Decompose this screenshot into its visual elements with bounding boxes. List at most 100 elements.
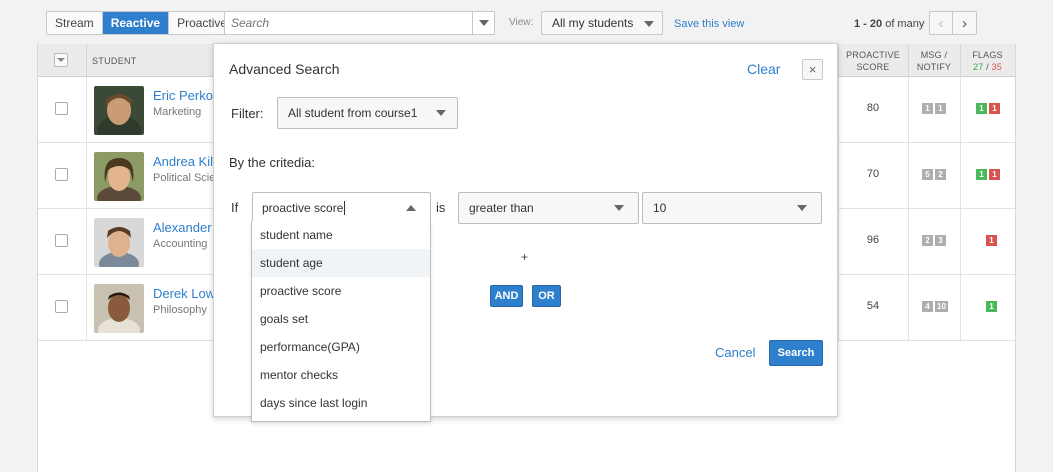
view-label: View: bbox=[509, 17, 534, 28]
flags-green-count: 27 bbox=[973, 62, 984, 72]
column-divider bbox=[86, 77, 87, 143]
search-button[interactable]: Search bbox=[769, 340, 823, 366]
column-divider bbox=[908, 209, 909, 275]
red-flag-badge[interactable]: 1 bbox=[989, 103, 1000, 114]
row-checkbox[interactable] bbox=[55, 234, 68, 247]
view-select[interactable]: All my students bbox=[541, 11, 663, 35]
green-flag-badge[interactable]: 1 bbox=[986, 301, 997, 312]
value-select[interactable]: 10 bbox=[642, 192, 822, 224]
column-divider bbox=[908, 143, 909, 209]
header-line: PROACTIVE bbox=[846, 50, 900, 60]
option-days-since-last-login[interactable]: days since last login bbox=[252, 389, 430, 417]
option-performance-gpa[interactable]: performance(GPA) bbox=[252, 333, 430, 361]
notify-count-badge[interactable]: 10 bbox=[935, 301, 948, 312]
criteria-field-options: student name student age proactive score… bbox=[251, 221, 431, 422]
column-divider bbox=[908, 275, 909, 341]
select-all-checkbox[interactable] bbox=[54, 53, 68, 67]
column-divider bbox=[908, 77, 909, 143]
view-select-value: All my students bbox=[552, 16, 634, 30]
if-label: If bbox=[231, 200, 239, 215]
flag-badges: 1 bbox=[986, 235, 997, 246]
cancel-button[interactable]: Cancel bbox=[715, 345, 755, 360]
mode-stream-button[interactable]: Stream bbox=[47, 12, 103, 34]
close-icon: × bbox=[808, 62, 817, 77]
red-flag-badge[interactable]: 1 bbox=[989, 169, 1000, 180]
option-mentor-checks[interactable]: mentor checks bbox=[252, 361, 430, 389]
student-name-link[interactable]: Eric Perko bbox=[153, 88, 213, 103]
option-proactive-score[interactable]: proactive score bbox=[252, 277, 430, 305]
column-divider bbox=[960, 77, 961, 143]
notify-count-badge[interactable]: 1 bbox=[935, 103, 946, 114]
chevron-up-icon bbox=[406, 205, 416, 211]
student-name-link[interactable]: Andrea Kilg bbox=[153, 154, 220, 169]
prev-page-button[interactable]: ‹ bbox=[930, 12, 953, 34]
header-line: SCORE bbox=[856, 62, 890, 72]
chevron-down-icon bbox=[797, 205, 807, 211]
green-flag-badge[interactable]: 1 bbox=[976, 169, 987, 180]
red-flag-badge[interactable]: 1 bbox=[986, 235, 997, 246]
chevron-down-icon bbox=[57, 58, 65, 62]
filter-select[interactable]: All student from course1 bbox=[277, 97, 458, 129]
paging-info: 1 - 20 of many bbox=[854, 18, 924, 30]
message-count-badge[interactable]: 4 bbox=[922, 301, 933, 312]
option-goals-set[interactable]: goals set bbox=[252, 305, 430, 333]
header-line: MSG / bbox=[920, 50, 948, 60]
chevron-right-icon: › bbox=[962, 14, 967, 32]
row-checkbox[interactable] bbox=[55, 102, 68, 115]
student-major: Philosophy bbox=[153, 304, 207, 316]
value-select-value: 10 bbox=[653, 201, 667, 215]
close-button[interactable]: × bbox=[802, 59, 823, 80]
option-student-name[interactable]: student name bbox=[252, 221, 430, 249]
is-label: is bbox=[436, 200, 446, 215]
mode-switcher: Stream Reactive Proactive bbox=[46, 11, 237, 35]
column-divider bbox=[86, 44, 87, 77]
save-view-link[interactable]: Save this view bbox=[674, 18, 744, 30]
student-major: Marketing bbox=[153, 106, 202, 118]
student-name-link[interactable]: Derek Lowe bbox=[153, 286, 222, 301]
green-flag-badge[interactable]: 1 bbox=[976, 103, 987, 114]
message-count-badge[interactable]: 5 bbox=[922, 169, 933, 180]
column-divider bbox=[86, 275, 87, 341]
student-major: Political Scier bbox=[153, 172, 220, 184]
avatar bbox=[94, 152, 144, 201]
message-count-badge[interactable]: 1 bbox=[922, 103, 933, 114]
criteria-field-value: proactive score bbox=[262, 201, 344, 215]
clear-button[interactable]: Clear bbox=[747, 61, 780, 77]
row-checkbox[interactable] bbox=[55, 300, 68, 313]
column-header-proactive-score[interactable]: PROACTIVE SCORE bbox=[838, 49, 908, 73]
column-divider bbox=[960, 209, 961, 275]
search-input[interactable] bbox=[225, 12, 470, 34]
and-button[interactable]: AND bbox=[490, 285, 523, 307]
search-box bbox=[224, 11, 495, 35]
search-dropdown-button[interactable] bbox=[472, 12, 494, 34]
flag-badges: 1 1 bbox=[976, 169, 1000, 180]
or-button[interactable]: OR bbox=[532, 285, 561, 307]
column-header-flags[interactable]: FLAGS 27 / 35 bbox=[960, 49, 1015, 73]
notify-count-badge[interactable]: 2 bbox=[935, 169, 946, 180]
filter-label: Filter: bbox=[231, 106, 264, 121]
option-student-age[interactable]: student age bbox=[252, 249, 430, 277]
chevron-down-icon bbox=[478, 20, 489, 26]
paging-range: 1 - 20 bbox=[854, 18, 883, 30]
row-checkbox[interactable] bbox=[55, 168, 68, 181]
column-header-student[interactable]: STUDENT bbox=[92, 56, 137, 66]
toolbar: Stream Reactive Proactive View: All my s… bbox=[0, 0, 1053, 44]
pager: ‹ › bbox=[929, 11, 977, 35]
flags-count: 27 / 35 bbox=[960, 61, 1015, 73]
msg-notify-badges: 2 3 bbox=[922, 235, 946, 246]
mode-reactive-button[interactable]: Reactive bbox=[102, 12, 170, 34]
student-major: Accounting bbox=[153, 238, 208, 250]
next-page-button[interactable]: › bbox=[953, 12, 976, 34]
msg-notify-badges: 1 1 bbox=[922, 103, 946, 114]
header-line: NOTIFY bbox=[916, 62, 952, 72]
operator-select[interactable]: greater than bbox=[458, 192, 639, 224]
msg-notify-badges: 4 10 bbox=[922, 301, 948, 312]
column-header-msg-notify[interactable]: MSG / NOTIFY bbox=[908, 49, 960, 73]
message-count-badge[interactable]: 2 bbox=[922, 235, 933, 246]
criteria-label: By the critedia: bbox=[229, 155, 315, 170]
criteria-field-combobox[interactable]: proactive score bbox=[252, 192, 431, 224]
notify-count-badge[interactable]: 3 bbox=[935, 235, 946, 246]
add-criteria-button[interactable]: + bbox=[521, 250, 528, 264]
column-divider bbox=[86, 143, 87, 209]
column-divider bbox=[960, 143, 961, 209]
